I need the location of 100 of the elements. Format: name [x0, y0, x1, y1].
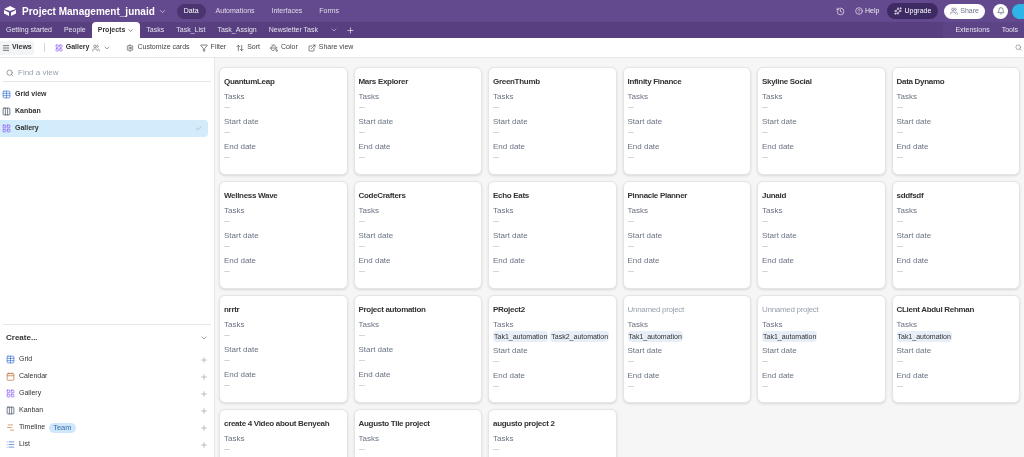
- record-card[interactable]: Project automation Tasks Start date End date: [353, 295, 482, 403]
- grid-view-icon: [6, 355, 15, 364]
- record-card[interactable]: Augusto Tile project Tasks: [353, 409, 482, 457]
- card-title: Skyline Social: [762, 76, 812, 88]
- search-icon[interactable]: [1015, 44, 1022, 51]
- add-icon[interactable]: [346, 25, 355, 35]
- field-label: Tasks: [358, 92, 380, 102]
- field-label: Start date: [358, 345, 395, 355]
- empty-value-dash: [627, 360, 634, 363]
- field-label: Start date: [627, 346, 664, 356]
- chevron-down-icon: [127, 26, 135, 34]
- empty-value-dash: [762, 106, 768, 109]
- empty-value-dash: [358, 131, 365, 134]
- record-card[interactable]: augusto project 2 Tasks: [488, 409, 617, 457]
- field-label: Start date: [358, 117, 395, 127]
- empty-value-dash: [627, 385, 634, 388]
- search-icon: [6, 68, 14, 77]
- gallery-view-icon: [6, 389, 15, 398]
- empty-value-dash: [224, 384, 230, 387]
- empty-value-dash: [493, 245, 499, 248]
- help-icon: [855, 7, 864, 15]
- empty-value-dash: [627, 245, 634, 248]
- empty-value-dash: [358, 106, 365, 109]
- empty-value-dash: [896, 245, 903, 248]
- grid-view-icon: [2, 90, 11, 99]
- empty-value-dash: [358, 359, 365, 362]
- record-card[interactable]: Mars Explorer Tasks Start date End date: [353, 67, 482, 175]
- empty-value-dash: [627, 270, 634, 273]
- card-title: CLient Abdul Rehman: [896, 304, 975, 316]
- empty-value-dash: [762, 156, 768, 159]
- record-card[interactable]: Echo Eats Tasks Start date End date: [488, 181, 617, 289]
- field-label: Tasks: [224, 206, 246, 216]
- empty-value-dash: [762, 360, 768, 363]
- field-label: Start date: [224, 231, 260, 241]
- record-card[interactable]: Wellness Wave Tasks Start date End date: [219, 181, 348, 289]
- record-card[interactable]: GreenThumb Tasks Start date End date: [488, 67, 617, 175]
- record-card[interactable]: create 4 Video about Benyeah Tasks: [219, 409, 348, 457]
- record-card[interactable]: CodeCrafters Tasks Start date End date: [353, 181, 482, 289]
- field-label: Start date: [896, 231, 933, 241]
- field-label: End date: [224, 256, 258, 266]
- record-card[interactable]: Junaid Tasks Start date End date: [757, 181, 886, 289]
- empty-value-dash: [493, 220, 499, 223]
- notifications-button[interactable]: [993, 3, 1008, 19]
- field-label: Start date: [627, 117, 664, 127]
- card-title: nrrtr: [224, 304, 240, 316]
- card-title: Echo Eats: [493, 190, 529, 202]
- empty-value-dash: [762, 385, 768, 388]
- empty-value-dash: [358, 220, 365, 223]
- record-card[interactable]: QuantumLeap Tasks Start date End date: [219, 67, 348, 175]
- record-card[interactable]: Pinnacle Planner Tasks Start date End date: [622, 181, 751, 289]
- kanban-view-icon: [2, 107, 11, 116]
- empty-value-dash: [493, 360, 499, 363]
- card-title: GreenThumb: [493, 76, 540, 88]
- empty-value-dash: [896, 270, 903, 273]
- check-icon: [195, 125, 202, 132]
- customize-icon: [126, 43, 135, 52]
- field-label: Tasks: [493, 320, 515, 330]
- avatar[interactable]: [1012, 3, 1024, 19]
- field-label: End date: [627, 371, 661, 381]
- empty-value-dash: [358, 384, 365, 387]
- chevron-down-icon[interactable]: [200, 334, 208, 342]
- record-card[interactable]: nrrtr Tasks Start date End date: [219, 295, 348, 403]
- field-label: Tasks: [493, 434, 515, 444]
- share-icon: [307, 43, 316, 52]
- field-label: Start date: [762, 231, 798, 241]
- empty-value-dash: [358, 245, 365, 248]
- empty-value-dash: [493, 156, 499, 159]
- history-icon[interactable]: [836, 6, 846, 16]
- field-label: Tasks: [358, 206, 380, 216]
- record-card[interactable]: sddfsdf Tasks Start date End date: [891, 181, 1020, 289]
- card-title: Project automation: [358, 304, 426, 316]
- add-icon: [200, 423, 208, 432]
- empty-value-dash: [224, 270, 230, 273]
- field-label: End date: [896, 142, 930, 152]
- field-label: Start date: [358, 231, 395, 241]
- field-label: Tasks: [762, 320, 784, 330]
- field-label: Tasks: [224, 320, 246, 330]
- field-label: Start date: [493, 346, 529, 356]
- empty-value-dash: [896, 220, 903, 223]
- field-label: Tasks: [896, 206, 918, 216]
- base-name[interactable]: Project Management_junaid: [22, 3, 155, 19]
- field-label: Start date: [224, 345, 260, 355]
- field-label: Tasks: [358, 320, 380, 330]
- field-label: Tasks: [493, 92, 515, 102]
- list-view-icon: [6, 440, 15, 449]
- field-label: End date: [762, 371, 796, 381]
- field-label: End date: [358, 370, 392, 380]
- field-label: Start date: [896, 346, 933, 356]
- empty-value-dash: [224, 334, 230, 337]
- chevron-down-icon[interactable]: [330, 26, 338, 34]
- empty-value-dash: [762, 270, 768, 273]
- find-view-field[interactable]: Find a view: [18, 66, 208, 79]
- field-label: Start date: [627, 231, 664, 241]
- card-title: Infinity Finance: [627, 76, 682, 88]
- field-label: End date: [493, 256, 527, 266]
- record-card[interactable]: Infinity Finance Tasks Start date End date: [622, 67, 751, 175]
- field-label: End date: [224, 142, 258, 152]
- record-card[interactable]: Data Dynamo Tasks Start date End date: [891, 67, 1020, 175]
- record-card[interactable]: Skyline Social Tasks Start date End date: [757, 67, 886, 175]
- field-label: End date: [762, 142, 796, 152]
